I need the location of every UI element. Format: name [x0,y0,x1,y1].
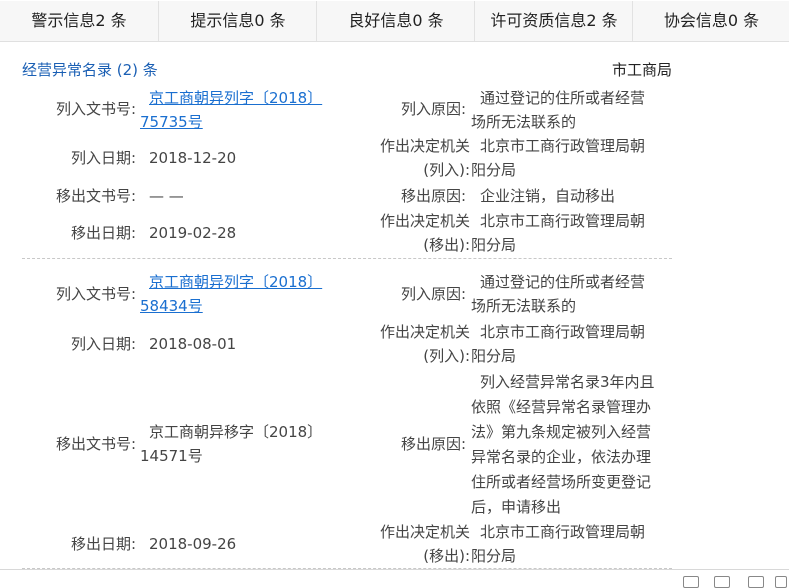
menu-icon[interactable] [775,576,787,588]
remove-date-label: 移出日期: [70,224,136,242]
remove-reason-value: 列入经营异常名录3年内且 依照《经营异常名录管理办 法》第九条规定被列入经营 异… [471,373,655,516]
list-doc-value[interactable]: 京工商朝异列字〔2018〕 75735号 [140,86,340,134]
tab-notice-info[interactable]: 提示信息0 条 [158,1,317,41]
list-authority-value: 北京市工商行政管理局朝 阳分局 [471,137,646,179]
list-doc-link-line1[interactable]: 京工商朝异列字〔2018〕 [140,270,340,294]
remove-doc-label: 移出文书号: [55,187,136,205]
record-divider [22,258,672,259]
list-date-label: 列入日期: [70,149,136,167]
list-authority-label: 作出决定机关 (列入): [379,323,470,365]
remove-authority-label: 作出决定机关 (移出): [379,523,470,565]
list-doc-value[interactable]: 京工商朝异列字〔2018〕 58434号 [140,270,340,318]
print-icon[interactable] [748,576,764,588]
tab-warning-info[interactable]: 警示信息2 条 [0,1,158,41]
tab-association-info[interactable]: 协会信息0 条 [632,1,789,41]
remove-date-value: 2018-09-26 [149,535,237,553]
list-doc-link-line2[interactable]: 58434号 [140,294,340,318]
section-title: 经营异常名录 (2) 条 [22,61,158,79]
remove-authority-label: 作出决定机关 (移出): [379,212,470,254]
comment-icon[interactable] [683,576,699,588]
list-date-label: 列入日期: [70,335,136,353]
tab-good-info[interactable]: 良好信息0 条 [316,1,475,41]
list-authority-label: 作出决定机关 (列入): [379,137,470,179]
remove-date-label: 移出日期: [70,535,136,553]
remove-doc-value: — — [149,187,184,205]
remove-reason-value: 企业注销，自动移出 [480,187,616,205]
list-doc-label: 列入文书号: [55,285,136,303]
remove-doc-label: 移出文书号: [55,435,136,453]
remove-reason-label: 移出原因: [400,187,466,205]
bottom-rule [0,569,789,570]
section-authority: 市工商局 [611,61,672,79]
list-date-value: 2018-08-01 [149,335,237,353]
remove-doc-value: 京工商朝异移字〔2018〕 14571号 [140,423,323,465]
tab-bar: 警示信息2 条 提示信息0 条 良好信息0 条 许可资质信息2 条 协会信息0 … [0,0,789,42]
remove-reason-label: 移出原因: [400,435,466,453]
remove-authority-value: 北京市工商行政管理局朝 阳分局 [471,212,646,254]
list-reason-label: 列入原因: [400,285,466,303]
list-reason-label: 列入原因: [400,100,466,118]
list-date-value: 2018-12-20 [149,149,237,167]
remove-date-value: 2019-02-28 [149,224,237,242]
tab-license-info[interactable]: 许可资质信息2 条 [474,1,633,41]
list-authority-value: 北京市工商行政管理局朝 阳分局 [471,323,646,365]
list-doc-link-line2[interactable]: 75735号 [140,110,340,134]
list-reason-value: 通过登记的住所或者经营 场所无法联系的 [471,273,646,315]
remove-authority-value: 北京市工商行政管理局朝 阳分局 [471,523,646,565]
list-doc-label: 列入文书号: [55,100,136,118]
section-header: 经营异常名录 (2) 条 市工商局 [22,59,672,81]
speaker-icon[interactable] [714,576,730,588]
list-doc-link-line1[interactable]: 京工商朝异列字〔2018〕 [140,86,340,110]
list-reason-value: 通过登记的住所或者经营 场所无法联系的 [471,89,646,131]
